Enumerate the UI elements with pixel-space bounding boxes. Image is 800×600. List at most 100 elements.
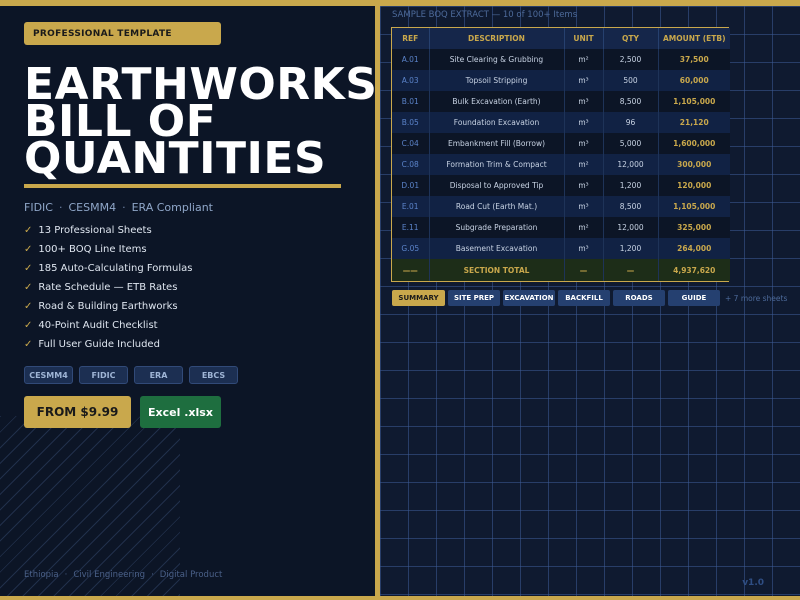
feature-item: ✓ 185 Auto-Calculating Formulas — [24, 262, 193, 281]
cell-qty: 8,500 — [603, 91, 659, 112]
title-line: QUANTITIES — [24, 133, 327, 184]
cell-unit: m³ — [564, 91, 604, 112]
feature-item: ✓ 13 Professional Sheets — [24, 224, 193, 243]
cell-amount: 37,500 — [658, 49, 730, 70]
boq-preview-panel: SAMPLE BOQ EXTRACT — 10 of 100+ Items RE… — [380, 6, 800, 596]
footer-meta: Ethiopia · Civil Engineering · Digital Produ… — [24, 570, 222, 580]
total-amount: 4,937,620 — [658, 259, 730, 281]
cell-amount: 120,000 — [658, 175, 730, 196]
cell-description: Topsoil Stripping — [429, 70, 565, 91]
separator-dot: · — [122, 201, 126, 214]
column-header-description: DESCRIPTION — [429, 28, 565, 49]
checkmark-icon: ✓ — [24, 301, 33, 312]
boq-table: REF DESCRIPTION UNIT QTY AMOUNT (ETB) A.… — [392, 28, 730, 281]
cell-description: Embankment Fill (Borrow) — [429, 133, 565, 154]
cell-qty: 12,000 — [603, 154, 659, 175]
tab-roads[interactable]: ROADS — [613, 290, 665, 306]
tab-guide[interactable]: GUIDE — [668, 290, 720, 306]
column-header-unit: UNIT — [564, 28, 604, 49]
cell-unit: m³ — [564, 133, 604, 154]
checkmark-icon: ✓ — [24, 282, 33, 293]
table-row: E.11 Subgrade Preparation m² 12,000 325,… — [392, 217, 730, 238]
cell-qty: 96 — [603, 112, 659, 133]
cell-amount: 300,000 — [658, 154, 730, 175]
cell-description: Site Clearing & Grubbing — [429, 49, 565, 70]
subtitle-item: ERA Compliant — [131, 201, 213, 214]
cell-ref: A.01 — [392, 49, 430, 70]
cell-description: Subgrade Preparation — [429, 217, 565, 238]
cell-ref: C.04 — [392, 133, 430, 154]
table-header-row: REF DESCRIPTION UNIT QTY AMOUNT (ETB) — [392, 28, 730, 49]
cell-unit: m³ — [564, 112, 604, 133]
cell-ref: D.01 — [392, 175, 430, 196]
table-row: D.01 Disposal to Approved Tip m³ 1,200 1… — [392, 175, 730, 196]
feature-label: 100+ BOQ Line Items — [38, 244, 147, 255]
cell-amount: 21,120 — [658, 112, 730, 133]
page-title: EARTHWORKS BILL OF QUANTITIES — [24, 63, 375, 184]
column-header-amount: AMOUNT (ETB) — [658, 28, 730, 49]
table-row: C.04 Embankment Fill (Borrow) m³ 5,000 1… — [392, 133, 730, 154]
footer-item: Digital Product — [159, 570, 223, 580]
tag-era: ERA — [134, 366, 183, 384]
version-label: v1.0 — [742, 578, 764, 588]
feature-label: 13 Professional Sheets — [38, 225, 152, 236]
price-button[interactable]: FROM $9.99 — [24, 396, 131, 428]
cell-unit: m² — [564, 154, 604, 175]
cell-ref: E.01 — [392, 196, 430, 217]
standards-subtitle: FIDIC · CESMM4 · ERA Compliant — [24, 201, 213, 214]
cell-amount: 60,000 — [658, 70, 730, 91]
feature-list: ✓ 13 Professional Sheets ✓ 100+ BOQ Line I… — [24, 224, 193, 357]
sample-extract-label: SAMPLE BOQ EXTRACT — 10 of 100+ Items — [392, 10, 578, 20]
cell-qty: 5,000 — [603, 133, 659, 154]
cell-description: Formation Trim & Compact — [429, 154, 565, 175]
table-row: A.03 Topsoil Stripping m³ 500 60,000 — [392, 70, 730, 91]
cell-description: Foundation Excavation — [429, 112, 565, 133]
cell-description: Disposal to Approved Tip — [429, 175, 565, 196]
checkmark-icon: ✓ — [24, 263, 33, 274]
tab-summary[interactable]: SUMMARY — [392, 290, 445, 306]
cell-unit: m³ — [564, 196, 604, 217]
standard-tags: CESMM4 FIDIC ERA EBCS — [24, 366, 238, 384]
cell-ref: A.03 — [392, 70, 430, 91]
tab-site-prep[interactable]: SITE PREP — [448, 290, 500, 306]
cell-ref: B.01 — [392, 91, 430, 112]
checkmark-icon: ✓ — [24, 244, 33, 255]
feature-item: ✓ 40-Point Audit Checklist — [24, 319, 193, 338]
cell-amount: 325,000 — [658, 217, 730, 238]
feature-label: Rate Schedule — ETB Rates — [38, 282, 178, 293]
cell-ref: B.05 — [392, 112, 430, 133]
tab-backfill[interactable]: BACKFILL — [558, 290, 610, 306]
professional-template-badge: PROFESSIONAL TEMPLATE — [24, 22, 221, 45]
total-qty: — — [603, 259, 659, 281]
cell-description: Basement Excavation — [429, 238, 565, 259]
subtitle-item: CESMM4 — [68, 201, 117, 214]
total-label: SECTION TOTAL — [429, 259, 565, 281]
tab-excavation[interactable]: EXCAVATION — [503, 290, 555, 306]
sheet-tabs: SUMMARY SITE PREP EXCAVATION BACKFILL RO… — [392, 290, 787, 306]
separator-dot: · — [151, 570, 154, 580]
cell-qty: 8,500 — [603, 196, 659, 217]
feature-item: ✓ Road & Building Earthworks — [24, 300, 193, 319]
excel-format-button[interactable]: Excel .xlsx — [140, 396, 221, 428]
cell-amount: 1,105,000 — [658, 196, 730, 217]
feature-label: Full User Guide Included — [38, 339, 160, 350]
cell-unit: m² — [564, 49, 604, 70]
feature-label: 40-Point Audit Checklist — [38, 320, 158, 331]
cell-amount: 264,000 — [658, 238, 730, 259]
cell-ref: G.05 — [392, 238, 430, 259]
footer-item: Civil Engineering — [73, 570, 146, 580]
table-row: G.05 Basement Excavation m³ 1,200 264,00… — [392, 238, 730, 259]
tag-ebcs: EBCS — [189, 366, 238, 384]
cell-amount: 1,600,000 — [658, 133, 730, 154]
cell-qty: 2,500 — [603, 49, 659, 70]
product-info-panel: PROFESSIONAL TEMPLATE EARTHWORKS BILL OF… — [0, 6, 375, 596]
tag-cesmm4: CESMM4 — [24, 366, 73, 384]
cell-amount: 1,105,000 — [658, 91, 730, 112]
cell-qty: 1,200 — [603, 238, 659, 259]
cell-description: Bulk Excavation (Earth) — [429, 91, 565, 112]
cell-ref: C.08 — [392, 154, 430, 175]
feature-item: ✓ Rate Schedule — ETB Rates — [24, 281, 193, 300]
checkmark-icon: ✓ — [24, 320, 33, 331]
column-header-qty: QTY — [603, 28, 659, 49]
table-row: C.08 Formation Trim & Compact m² 12,000 … — [392, 154, 730, 175]
